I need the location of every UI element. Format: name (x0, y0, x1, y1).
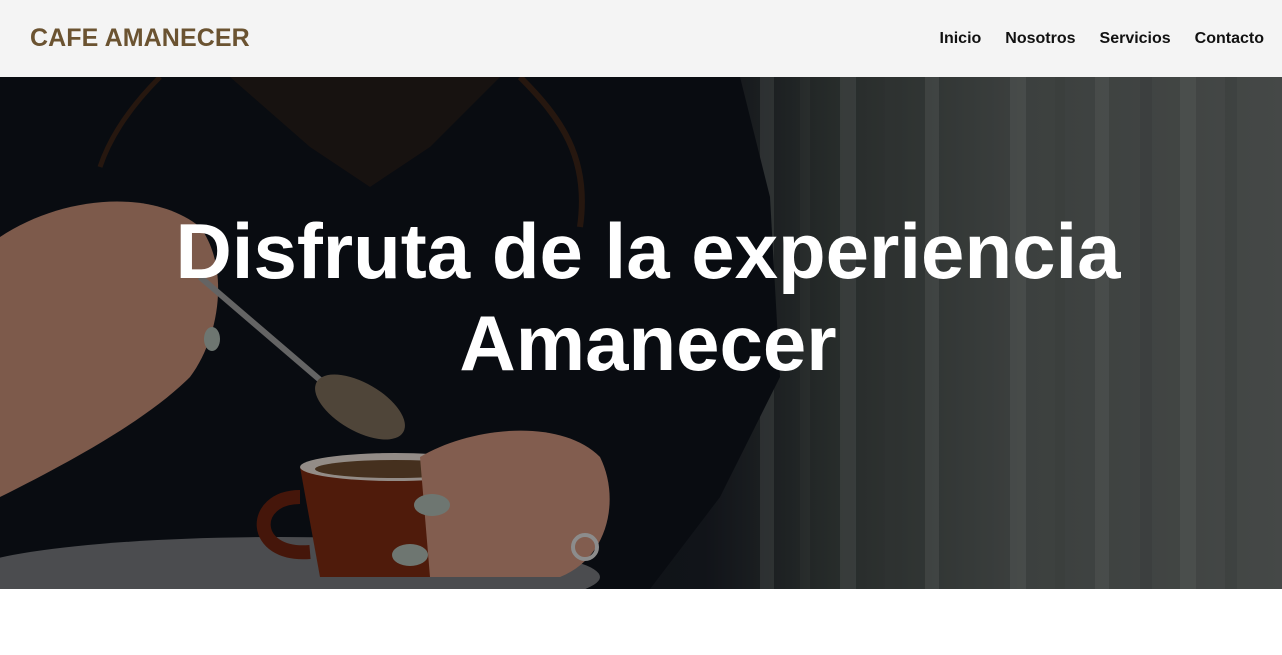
nav-link-nosotros[interactable]: Nosotros (1005, 30, 1075, 48)
content-section (0, 589, 1282, 655)
nav-link-servicios[interactable]: Servicios (1100, 30, 1171, 48)
nav-link-inicio[interactable]: Inicio (940, 30, 982, 48)
brand-logo-link[interactable]: CAFE AMANECER (30, 24, 250, 53)
hero-title: Disfruta de la experiencia Amanecer (175, 207, 1121, 387)
navbar: CAFE AMANECER Inicio Nosotros Servicios … (0, 0, 1282, 77)
main-nav: Inicio Nosotros Servicios Contacto (916, 30, 1265, 48)
hero-banner: Disfruta de la experiencia Amanecer (0, 77, 1282, 589)
nav-link-contacto[interactable]: Contacto (1195, 30, 1264, 48)
